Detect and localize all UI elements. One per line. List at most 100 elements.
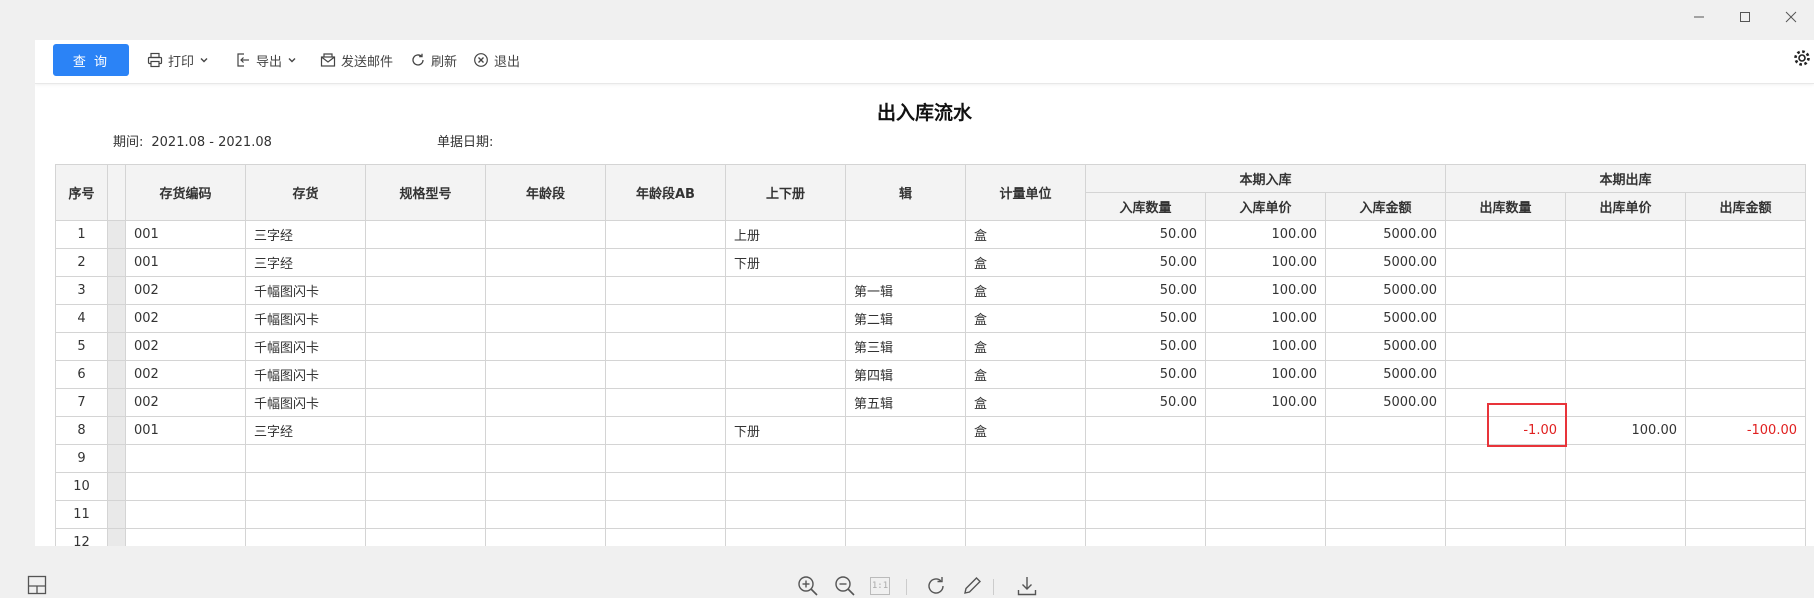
cell-seq[interactable]: 1 <box>55 220 108 249</box>
cell-spec[interactable] <box>365 332 486 361</box>
cell-age-ab[interactable] <box>605 360 726 389</box>
cell-in-price[interactable] <box>1205 528 1326 546</box>
header-age-ab[interactable]: 年龄段AB <box>605 164 726 221</box>
cell-volume[interactable] <box>725 388 846 417</box>
download-icon[interactable] <box>1016 575 1038 598</box>
header-spec[interactable]: 规格型号 <box>365 164 486 221</box>
cell-volume[interactable] <box>725 276 846 305</box>
cell-series[interactable] <box>845 472 966 501</box>
cell-out-price[interactable] <box>1565 276 1686 305</box>
cell-age-ab[interactable] <box>605 528 726 546</box>
cell-in-qty[interactable]: 50.00 <box>1085 248 1206 277</box>
actual-size-icon[interactable]: 1:1 <box>870 577 890 595</box>
cell-series[interactable]: 第一辑 <box>845 276 966 305</box>
rotate-icon[interactable] <box>925 575 947 598</box>
cell-in-amount[interactable] <box>1325 472 1446 501</box>
cell-age[interactable] <box>485 360 606 389</box>
cell-out-price[interactable] <box>1565 360 1686 389</box>
table-row[interactable]: 3 002 千幅图闪卡 第一辑盒 50.00 100.00 5000.00 <box>55 276 1806 305</box>
close-icon[interactable] <box>1768 6 1814 28</box>
header-in-price[interactable]: 入库单价 <box>1205 192 1326 221</box>
cell-spec[interactable] <box>365 304 486 333</box>
zoom-in-icon[interactable] <box>797 575 819 598</box>
cell-unit[interactable]: 盒 <box>965 388 1086 417</box>
cell-age-ab[interactable] <box>605 248 726 277</box>
cell-out-amount[interactable] <box>1685 248 1806 277</box>
cell-age[interactable] <box>485 248 606 277</box>
cell-unit[interactable]: 盒 <box>965 220 1086 249</box>
cell-in-qty[interactable] <box>1085 528 1206 546</box>
table-row[interactable]: 10 <box>55 472 1806 501</box>
cell-volume[interactable]: 上册 <box>725 220 846 249</box>
cell-series[interactable]: 第五辑 <box>845 388 966 417</box>
cell-out-qty[interactable] <box>1445 500 1566 529</box>
cell-seq[interactable]: 5 <box>55 332 108 361</box>
cell-out-qty[interactable] <box>1445 304 1566 333</box>
cell-out-amount[interactable]: -100.00 <box>1685 416 1806 445</box>
cell-spec[interactable] <box>365 248 486 277</box>
cell-item[interactable] <box>245 444 366 473</box>
cell-in-price[interactable]: 100.00 <box>1205 388 1326 417</box>
cell-out-qty[interactable] <box>1445 248 1566 277</box>
cell-code[interactable]: 001 <box>125 248 246 277</box>
header-item[interactable]: 存货 <box>245 164 366 221</box>
cell-age[interactable] <box>485 276 606 305</box>
cell-out-qty[interactable] <box>1445 360 1566 389</box>
cell-out-price[interactable] <box>1565 220 1686 249</box>
cell-spec[interactable] <box>365 528 486 546</box>
cell-out-price[interactable] <box>1565 332 1686 361</box>
cell-in-price[interactable] <box>1205 416 1326 445</box>
cell-series[interactable] <box>845 416 966 445</box>
cell-in-price[interactable] <box>1205 472 1326 501</box>
cell-in-price[interactable]: 100.00 <box>1205 220 1326 249</box>
cell-volume[interactable] <box>725 304 846 333</box>
cell-unit[interactable]: 盒 <box>965 332 1086 361</box>
header-in-amount[interactable]: 入库金额 <box>1325 192 1446 221</box>
cell-volume[interactable] <box>725 528 846 546</box>
cell-out-amount[interactable] <box>1685 304 1806 333</box>
gear-icon[interactable] <box>1792 48 1812 72</box>
header-code[interactable]: 存货编码 <box>125 164 246 221</box>
cell-seq[interactable]: 3 <box>55 276 108 305</box>
cell-out-price[interactable] <box>1565 304 1686 333</box>
cell-in-price[interactable]: 100.00 <box>1205 248 1326 277</box>
cell-out-qty[interactable] <box>1445 472 1566 501</box>
cell-age-ab[interactable] <box>605 304 726 333</box>
print-button[interactable]: 打印 <box>147 49 209 71</box>
table-row[interactable]: 9 <box>55 444 1806 473</box>
cell-out-qty[interactable] <box>1445 444 1566 473</box>
cell-volume[interactable]: 下册 <box>725 416 846 445</box>
cell-in-qty[interactable]: 50.00 <box>1085 360 1206 389</box>
cell-item[interactable] <box>245 528 366 546</box>
cell-seq[interactable]: 4 <box>55 304 108 333</box>
cell-age-ab[interactable] <box>605 388 726 417</box>
header-unit[interactable]: 计量单位 <box>965 164 1086 221</box>
cell-volume[interactable]: 下册 <box>725 248 846 277</box>
cell-age-ab[interactable] <box>605 444 726 473</box>
cell-age-ab[interactable] <box>605 416 726 445</box>
cell-age[interactable] <box>485 472 606 501</box>
cell-in-price[interactable]: 100.00 <box>1205 360 1326 389</box>
cell-in-amount[interactable]: 5000.00 <box>1325 360 1446 389</box>
cell-series[interactable]: 第三辑 <box>845 332 966 361</box>
table-row[interactable]: 4 002 千幅图闪卡 第二辑盒 50.00 100.00 5000.00 <box>55 304 1806 333</box>
cell-spec[interactable] <box>365 388 486 417</box>
maximize-icon[interactable] <box>1722 6 1768 28</box>
header-seq[interactable]: 序号 <box>55 164 108 221</box>
cell-series[interactable] <box>845 220 966 249</box>
layout-icon[interactable] <box>27 575 47 598</box>
cell-item[interactable]: 千幅图闪卡 <box>245 332 366 361</box>
cell-volume[interactable] <box>725 444 846 473</box>
cell-series[interactable]: 第四辑 <box>845 360 966 389</box>
cell-unit[interactable]: 盒 <box>965 248 1086 277</box>
minimize-icon[interactable] <box>1676 6 1722 28</box>
cell-age[interactable] <box>485 500 606 529</box>
cell-seq[interactable]: 9 <box>55 444 108 473</box>
cell-in-amount[interactable] <box>1325 444 1446 473</box>
cell-in-qty[interactable]: 50.00 <box>1085 332 1206 361</box>
cell-item[interactable]: 千幅图闪卡 <box>245 304 366 333</box>
cell-in-qty[interactable]: 50.00 <box>1085 304 1206 333</box>
cell-out-price[interactable] <box>1565 500 1686 529</box>
cell-age-ab[interactable] <box>605 332 726 361</box>
cell-out-amount[interactable] <box>1685 332 1806 361</box>
